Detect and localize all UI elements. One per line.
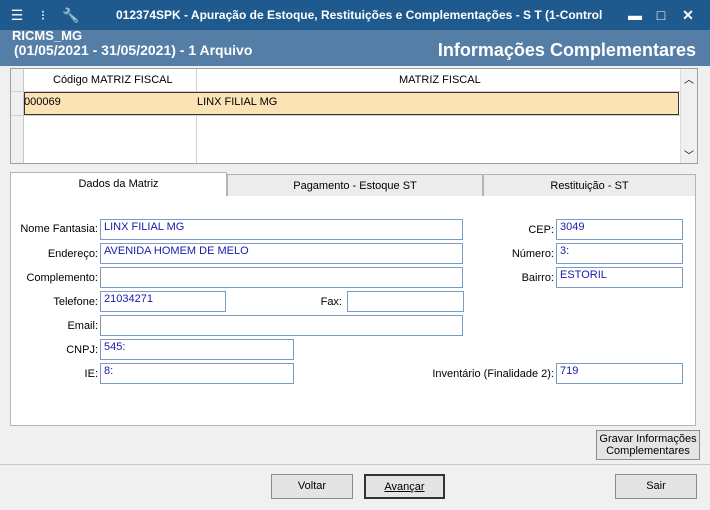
window-title: 012374SPK - Apuração de Estoque, Restitu… bbox=[116, 8, 603, 22]
nome-fantasia-label: Nome Fantasia: bbox=[20, 223, 98, 235]
header-band: RICMS_MG (01/05/2021 - 31/05/2021) - 1 A… bbox=[0, 28, 710, 66]
table-row[interactable]: 000069 LINX FILIAL MG bbox=[24, 92, 679, 115]
nome-fantasia-field[interactable]: LINX FILIAL MG bbox=[100, 219, 463, 240]
section-title: Informações Complementares bbox=[437, 40, 696, 60]
bairro-label: Bairro: bbox=[521, 272, 554, 284]
grid-scrollbar[interactable]: ︿ ﹀ bbox=[680, 69, 697, 163]
scroll-up-icon[interactable]: ︿ bbox=[684, 71, 694, 86]
email-label: Email: bbox=[67, 320, 98, 332]
inventario-label: Inventário (Finalidade 2): bbox=[432, 368, 554, 380]
title-bar: ☰ ⁝ 🔧 012374SPK - Apuração de Estoque, R… bbox=[0, 0, 710, 30]
traffic-light-icon[interactable]: ⁝ bbox=[34, 6, 52, 24]
cell-code: 000069 bbox=[24, 96, 61, 108]
tab-pagamento-estoque[interactable]: Pagamento - Estoque ST bbox=[227, 174, 483, 197]
grid-row-divider bbox=[11, 115, 681, 116]
cell-name: LINX FILIAL MG bbox=[197, 96, 278, 108]
telefone-field[interactable]: 21034271 bbox=[100, 291, 226, 312]
complemento-field[interactable] bbox=[100, 267, 463, 288]
minimize-button[interactable]: ▬ bbox=[624, 5, 646, 25]
numero-field[interactable]: 3: bbox=[556, 243, 683, 264]
cnpj-field[interactable]: 545: bbox=[100, 339, 294, 360]
gravar-label-line1: Gravar Informações bbox=[599, 433, 697, 445]
ie-label: IE: bbox=[84, 368, 98, 380]
bottom-bar bbox=[0, 464, 710, 510]
endereco-label: Endereço: bbox=[47, 248, 98, 260]
endereco-field[interactable]: AVENIDA HOMEM DE MELO bbox=[100, 243, 463, 264]
tab-restituicao[interactable]: Restituição - ST bbox=[483, 174, 696, 197]
column-header-code[interactable]: Código MATRIZ FISCAL bbox=[53, 74, 173, 86]
ie-field[interactable]: 8: bbox=[100, 363, 294, 384]
avancar-label: Avançar bbox=[384, 481, 425, 493]
cep-field[interactable]: 3049 bbox=[556, 219, 683, 240]
voltar-button[interactable]: Voltar bbox=[271, 474, 353, 499]
telefone-label: Telefone: bbox=[53, 296, 98, 308]
gravar-label-line2: Complementares bbox=[606, 445, 690, 457]
avancar-button[interactable]: Avançar bbox=[364, 474, 445, 499]
tab-dados-matriz[interactable]: Dados da Matriz bbox=[10, 172, 227, 197]
maximize-button[interactable]: □ bbox=[650, 5, 672, 25]
bairro-field[interactable]: ESTORIL bbox=[556, 267, 683, 288]
period-label: (01/05/2021 - 31/05/2021) - 1 Arquivo bbox=[14, 42, 253, 58]
column-header-name[interactable]: MATRIZ FISCAL bbox=[399, 74, 481, 86]
close-button[interactable]: ✕ bbox=[677, 5, 699, 25]
numero-label: Número: bbox=[511, 248, 554, 260]
wrench-icon[interactable]: 🔧 bbox=[62, 6, 80, 24]
cep-label: CEP: bbox=[528, 224, 554, 236]
module-name: RICMS_MG bbox=[12, 28, 83, 43]
sair-button[interactable]: Sair bbox=[615, 474, 697, 499]
row-header-column bbox=[11, 69, 24, 163]
scroll-down-icon[interactable]: ﹀ bbox=[684, 147, 694, 162]
gravar-informacoes-button[interactable]: Gravar Informações Complementares bbox=[596, 430, 700, 460]
fax-field[interactable] bbox=[347, 291, 464, 312]
fax-label: Fax: bbox=[320, 296, 342, 308]
complemento-label: Complemento: bbox=[26, 272, 98, 284]
column-divider bbox=[196, 69, 197, 163]
cnpj-label: CNPJ: bbox=[66, 344, 98, 356]
email-field[interactable] bbox=[100, 315, 463, 336]
menu-icon[interactable]: ☰ bbox=[8, 6, 26, 24]
inventario-field[interactable]: 719 bbox=[556, 363, 683, 384]
matriz-grid[interactable]: Código MATRIZ FISCAL MATRIZ FISCAL 00006… bbox=[10, 68, 698, 164]
